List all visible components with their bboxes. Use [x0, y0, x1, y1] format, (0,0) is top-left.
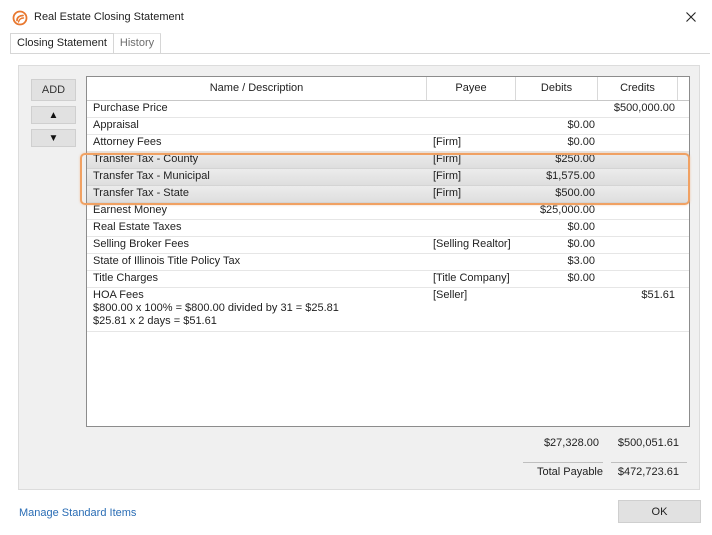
row-name: Appraisal — [93, 119, 139, 131]
totals-divider — [611, 462, 687, 463]
row-payee: [Firm] — [433, 187, 462, 199]
row-debit: $25,000.00 — [539, 204, 595, 216]
row-name: Selling Broker Fees — [93, 238, 189, 250]
row-debit: $1,575.00 — [546, 170, 595, 182]
table-row[interactable]: Earnest Money $25,000.00 — [87, 203, 689, 220]
row-debit: $0.00 — [567, 272, 595, 284]
arrow-up-icon: ▲ — [48, 109, 59, 121]
tab-strip: Closing Statement History — [10, 33, 162, 54]
row-name: Attorney Fees — [93, 136, 162, 148]
total-credits: $500,051.61 — [617, 437, 679, 449]
row-payee: [Firm] — [433, 170, 462, 182]
total-payable-value: $472,723.61 — [617, 466, 679, 478]
row-credit: $500,000.00 — [613, 102, 675, 114]
column-header-credits[interactable]: Credits — [598, 77, 678, 100]
row-debit: $0.00 — [567, 221, 595, 233]
line-items-grid[interactable]: Name / Description Payee Debits Credits … — [86, 76, 690, 427]
row-payee: [Selling Realtor] — [433, 238, 511, 250]
arrow-down-icon: ▼ — [48, 132, 59, 144]
table-row[interactable]: Real Estate Taxes $0.00 — [87, 220, 689, 237]
add-button[interactable]: ADD — [31, 79, 76, 101]
row-payee: [Firm] — [433, 153, 462, 165]
row-debit: $0.00 — [567, 119, 595, 131]
column-header-name[interactable]: Name / Description — [87, 77, 427, 100]
row-name: HOA Fees — [93, 289, 144, 301]
statement-panel: ADD ▲ ▼ Name / Description Payee Debits … — [18, 65, 700, 490]
row-debit: $0.00 — [567, 136, 595, 148]
row-debit: $250.00 — [555, 153, 595, 165]
row-name: Real Estate Taxes — [93, 221, 182, 233]
tab-history[interactable]: History — [113, 33, 162, 54]
row-description-line: $800.00 x 100% = $800.00 divided by 31 =… — [93, 302, 339, 314]
tab-closing-statement[interactable]: Closing Statement — [10, 33, 114, 54]
close-button[interactable] — [680, 6, 702, 28]
table-row-hoa[interactable]: HOA Fees $800.00 x 100% = $800.00 divide… — [87, 288, 689, 332]
row-debit: $3.00 — [567, 255, 595, 267]
title-bar: Real Estate Closing Statement — [0, 0, 712, 34]
row-name: Transfer Tax - County — [93, 153, 199, 165]
row-name: Transfer Tax - State — [93, 187, 189, 199]
row-payee: [Seller] — [433, 289, 468, 301]
table-row-selected[interactable]: Transfer Tax - Municipal [Firm] $1,575.0… — [87, 169, 689, 186]
window-title: Real Estate Closing Statement — [34, 11, 184, 23]
table-row-selected[interactable]: Transfer Tax - State [Firm] $500.00 — [87, 186, 689, 203]
row-name: Title Charges — [93, 272, 159, 284]
table-row[interactable]: Appraisal $0.00 — [87, 118, 689, 135]
tab-divider — [10, 53, 710, 54]
move-up-button[interactable]: ▲ — [31, 106, 76, 124]
row-description-line: $25.81 x 2 days = $51.61 — [93, 315, 217, 327]
table-row[interactable]: Attorney Fees [Firm] $0.00 — [87, 135, 689, 152]
table-row[interactable]: State of Illinois Title Policy Tax $3.00 — [87, 254, 689, 271]
close-icon — [686, 12, 696, 22]
grid-header: Name / Description Payee Debits Credits — [87, 77, 689, 101]
table-row-selected[interactable]: Transfer Tax - County [Firm] $250.00 — [87, 152, 689, 169]
ok-button[interactable]: OK — [618, 500, 701, 523]
row-payee: [Firm] — [433, 136, 462, 148]
row-credit: $51.61 — [641, 289, 675, 301]
table-row[interactable]: Selling Broker Fees [Selling Realtor] $0… — [87, 237, 689, 254]
column-header-payee[interactable]: Payee — [427, 77, 516, 100]
column-header-debits[interactable]: Debits — [516, 77, 598, 100]
totals-divider — [523, 462, 603, 463]
app-logo-icon — [12, 10, 28, 26]
row-name: Transfer Tax - Municipal — [93, 170, 210, 182]
total-payable-label: Total Payable — [536, 466, 603, 478]
row-payee: [Title Company] — [433, 272, 510, 284]
row-debit: $0.00 — [567, 238, 595, 250]
table-row[interactable]: Title Charges [Title Company] $0.00 — [87, 271, 689, 288]
row-name: Purchase Price — [93, 102, 168, 114]
total-debits: $27,328.00 — [543, 437, 599, 449]
row-name: State of Illinois Title Policy Tax — [93, 255, 241, 267]
manage-standard-items-link[interactable]: Manage Standard Items — [19, 507, 136, 519]
move-down-button[interactable]: ▼ — [31, 129, 76, 147]
row-name: Earnest Money — [93, 204, 167, 216]
table-row[interactable]: Purchase Price $500,000.00 — [87, 101, 689, 118]
row-debit: $500.00 — [555, 187, 595, 199]
